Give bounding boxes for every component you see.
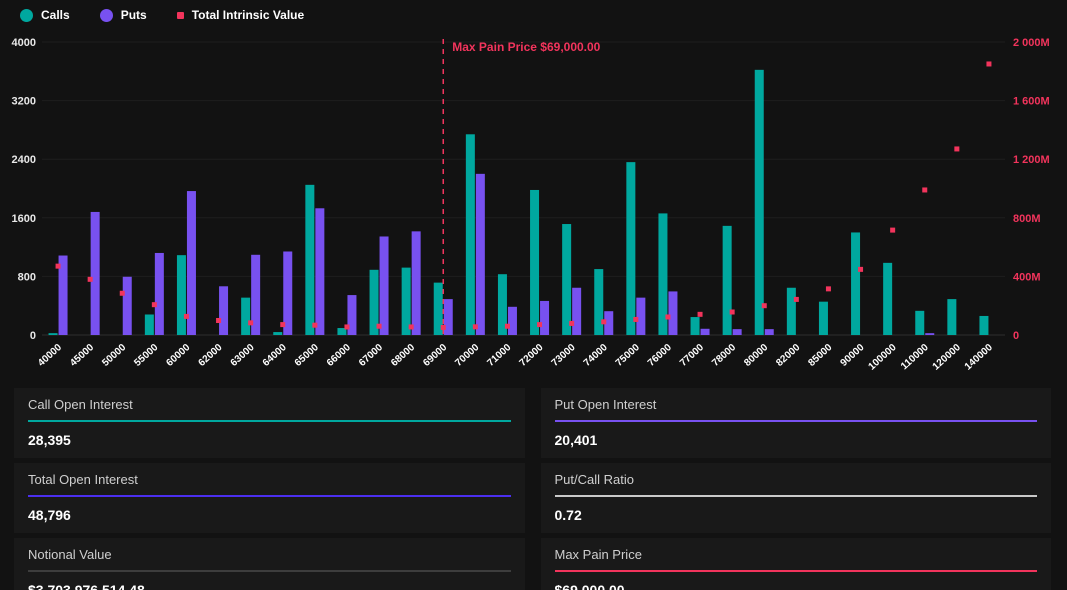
stat-put-call-ratio: Put/Call Ratio 0.72 bbox=[541, 463, 1052, 533]
svg-text:60000: 60000 bbox=[164, 342, 192, 369]
open-interest-chart[interactable]: Calls Puts Total Intrinsic Value Max Pai… bbox=[0, 0, 1067, 382]
svg-text:2400: 2400 bbox=[12, 154, 36, 166]
svg-text:1600: 1600 bbox=[12, 213, 36, 225]
svg-text:67000: 67000 bbox=[357, 342, 385, 369]
stat-label: Max Pain Price bbox=[555, 547, 1038, 570]
svg-text:400M: 400M bbox=[1013, 271, 1041, 283]
svg-text:0: 0 bbox=[30, 330, 36, 342]
chart-canvas[interactable]: 0 0 800 400M 1600 800M 2400 1 200M 3200 1 600M 400… bbox=[0, 0, 1067, 382]
svg-text:50000: 50000 bbox=[100, 342, 128, 369]
svg-text:800M: 800M bbox=[1013, 213, 1041, 225]
svg-text:1 200M: 1 200M bbox=[1013, 154, 1050, 166]
stat-label: Call Open Interest bbox=[28, 397, 511, 420]
svg-text:2 000M: 2 000M bbox=[1013, 37, 1050, 49]
max-pain-annotation: Max Pain Price $69,000.00 bbox=[452, 40, 600, 54]
svg-text:65000: 65000 bbox=[293, 342, 321, 369]
svg-text:69000: 69000 bbox=[421, 342, 449, 369]
stat-value: 20,401 bbox=[555, 422, 1038, 448]
stat-call-open-interest: Call Open Interest 28,395 bbox=[14, 388, 525, 458]
legend-item-puts[interactable]: Puts bbox=[100, 8, 147, 22]
stat-value: 48,796 bbox=[28, 497, 511, 523]
svg-text:68000: 68000 bbox=[389, 342, 417, 369]
svg-text:73000: 73000 bbox=[550, 342, 578, 369]
svg-text:75000: 75000 bbox=[614, 342, 642, 369]
stat-value: $69,000.00 bbox=[555, 572, 1038, 590]
svg-text:90000: 90000 bbox=[839, 342, 867, 369]
svg-text:78000: 78000 bbox=[710, 342, 738, 369]
svg-text:70000: 70000 bbox=[453, 342, 481, 369]
svg-text:45000: 45000 bbox=[68, 342, 96, 369]
svg-text:80000: 80000 bbox=[742, 342, 770, 369]
svg-text:66000: 66000 bbox=[325, 342, 353, 369]
svg-text:76000: 76000 bbox=[646, 342, 674, 369]
stat-notional-value: Notional Value $3,703,976,514.48 bbox=[14, 538, 525, 590]
svg-text:72000: 72000 bbox=[518, 342, 546, 369]
total-intrinsic-value-swatch-icon bbox=[177, 12, 184, 19]
svg-text:74000: 74000 bbox=[582, 342, 610, 369]
svg-text:1 600M: 1 600M bbox=[1013, 96, 1050, 108]
stat-total-open-interest: Total Open Interest 48,796 bbox=[14, 463, 525, 533]
svg-text:71000: 71000 bbox=[485, 342, 513, 369]
stats-panel: Call Open Interest 28,395 Put Open Inter… bbox=[14, 388, 1051, 590]
svg-text:62000: 62000 bbox=[197, 342, 225, 369]
stat-label: Notional Value bbox=[28, 547, 511, 570]
svg-text:0: 0 bbox=[1013, 330, 1019, 342]
svg-text:82000: 82000 bbox=[774, 342, 802, 369]
stat-max-pain-price: Max Pain Price $69,000.00 bbox=[541, 538, 1052, 590]
stat-label: Put Open Interest bbox=[555, 397, 1038, 420]
chart-legend: Calls Puts Total Intrinsic Value bbox=[20, 8, 304, 22]
svg-text:55000: 55000 bbox=[132, 342, 160, 369]
svg-text:120000: 120000 bbox=[931, 342, 963, 373]
stat-value: $3,703,976,514.48 bbox=[28, 572, 511, 590]
calls-swatch-icon bbox=[20, 9, 33, 22]
stat-value: 28,395 bbox=[28, 422, 511, 448]
puts-swatch-icon bbox=[100, 9, 113, 22]
svg-text:63000: 63000 bbox=[229, 342, 257, 369]
legend-item-calls[interactable]: Calls bbox=[20, 8, 70, 22]
svg-text:100000: 100000 bbox=[866, 342, 898, 373]
svg-text:85000: 85000 bbox=[806, 342, 834, 369]
stat-put-open-interest: Put Open Interest 20,401 bbox=[541, 388, 1052, 458]
svg-text:40000: 40000 bbox=[36, 342, 64, 369]
legend-item-total-intrinsic-value[interactable]: Total Intrinsic Value bbox=[177, 8, 304, 22]
stat-value: 0.72 bbox=[555, 497, 1038, 523]
svg-text:110000: 110000 bbox=[899, 342, 931, 372]
legend-label: Calls bbox=[41, 8, 70, 22]
svg-text:140000: 140000 bbox=[963, 342, 995, 373]
svg-text:4000: 4000 bbox=[12, 37, 36, 49]
svg-text:64000: 64000 bbox=[261, 342, 289, 369]
stat-label: Put/Call Ratio bbox=[555, 472, 1038, 495]
svg-text:3200: 3200 bbox=[12, 96, 36, 108]
svg-text:77000: 77000 bbox=[678, 342, 706, 369]
svg-text:800: 800 bbox=[18, 271, 36, 283]
legend-label: Puts bbox=[121, 8, 147, 22]
legend-label: Total Intrinsic Value bbox=[192, 8, 304, 22]
stat-label: Total Open Interest bbox=[28, 472, 511, 495]
